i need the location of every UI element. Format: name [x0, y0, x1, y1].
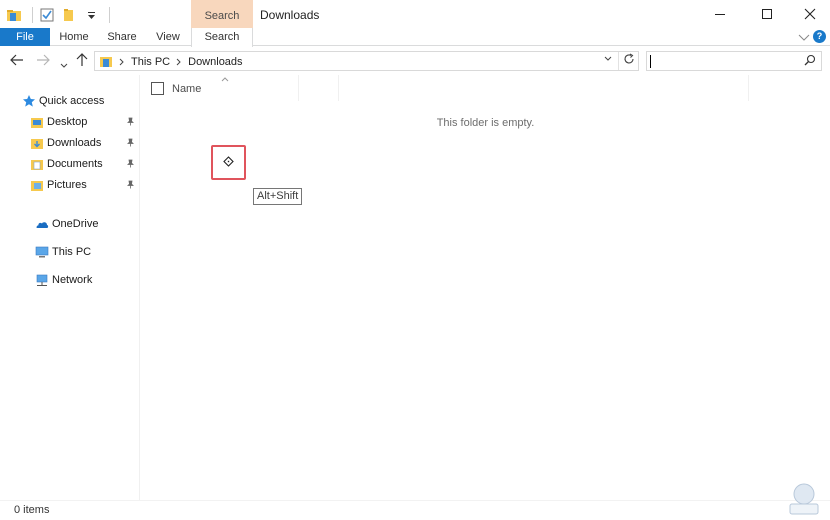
chevron-right-icon [176, 58, 181, 66]
nav-documents-label: Documents [47, 158, 103, 170]
close-icon [804, 8, 816, 20]
nav-network[interactable]: Network [35, 270, 92, 290]
ribbon-tabs: File Home Share View Search [0, 28, 830, 47]
tab-file[interactable]: File [0, 28, 50, 46]
chevron-right-icon [119, 58, 124, 66]
minimize-button[interactable] [697, 0, 743, 28]
nav-downloads[interactable]: Downloads [30, 133, 101, 153]
file-explorer-window: Search Tools Downloads File Home Share V… [0, 0, 830, 520]
pin-icon[interactable] [126, 180, 135, 191]
address-bar[interactable]: This PC Downloads [94, 51, 639, 71]
properties-checkbox-icon[interactable] [39, 7, 55, 23]
pin-icon[interactable] [126, 117, 135, 128]
minimize-icon [715, 14, 725, 15]
pin-icon[interactable] [126, 159, 135, 170]
toolbar-divider [109, 7, 110, 23]
search-icon[interactable] [804, 54, 816, 69]
status-bar: 0 items [0, 500, 830, 520]
tab-home[interactable]: Home [54, 28, 94, 46]
pictures-folder-icon [30, 178, 44, 192]
file-list-pane[interactable]: Name This folder is empty. Alt+Shift [141, 75, 830, 500]
nav-pictures-label: Pictures [47, 179, 87, 191]
refresh-button[interactable] [618, 52, 638, 70]
nav-downloads-label: Downloads [47, 137, 102, 149]
refresh-icon [623, 53, 634, 64]
sort-ascending-icon [221, 74, 229, 84]
nav-quick-access-label: Quick access [39, 95, 105, 107]
item-count: 0 items [14, 504, 50, 516]
back-arrow-icon [10, 54, 23, 66]
move-cursor-icon [223, 155, 234, 170]
chevron-down-icon [604, 56, 612, 61]
star-icon [22, 94, 36, 108]
nav-this-pc[interactable]: This PC [35, 242, 91, 262]
nav-documents[interactable]: Documents [30, 154, 103, 174]
help-button[interactable]: ? [813, 30, 826, 43]
forward-button[interactable] [36, 53, 50, 69]
shortcut-tooltip: Alt+Shift [253, 188, 303, 205]
window-title: Downloads [260, 8, 320, 22]
computer-icon [35, 245, 49, 259]
quick-access-toolbar [6, 6, 110, 24]
title-bar: Search Tools Downloads [0, 0, 830, 54]
downloads-folder-icon [30, 136, 44, 150]
nav-desktop-label: Desktop [47, 116, 88, 128]
toolbar-divider [32, 7, 33, 23]
expand-ribbon-chevron-icon[interactable] [798, 31, 810, 45]
nav-network-label: Network [52, 274, 93, 286]
maximize-icon [762, 9, 772, 19]
address-history-dropdown[interactable] [604, 54, 612, 65]
up-button[interactable] [76, 53, 88, 70]
chevron-down-icon [60, 63, 68, 68]
select-all-checkbox[interactable] [151, 82, 164, 95]
onedrive-cloud-icon [35, 217, 49, 231]
breadcrumb-downloads[interactable]: Downloads [188, 56, 242, 68]
network-icon [35, 273, 49, 287]
close-button[interactable] [787, 0, 830, 28]
column-divider[interactable] [748, 75, 749, 101]
customize-dropdown-icon[interactable] [83, 7, 99, 23]
address-row: This PC Downloads [0, 47, 830, 75]
tab-view[interactable]: View [149, 28, 187, 46]
navigation-pane: Quick access Desktop Downloads Documents [0, 75, 140, 500]
downloads-location-icon [99, 54, 113, 71]
column-divider[interactable] [338, 75, 339, 101]
column-divider[interactable] [298, 75, 299, 101]
recent-locations-button[interactable] [60, 56, 68, 72]
site-logo-icon [784, 480, 824, 516]
search-tools-context-label: Search Tools [191, 0, 253, 54]
empty-folder-message: This folder is empty. [436, 117, 535, 129]
maximize-button[interactable] [744, 0, 790, 28]
desktop-folder-icon [30, 115, 44, 129]
cursor-highlight-box [211, 145, 246, 180]
nav-pictures[interactable]: Pictures [30, 175, 87, 195]
search-input[interactable] [646, 51, 822, 71]
column-header-name[interactable]: Name [172, 83, 201, 95]
nav-this-pc-label: This PC [52, 246, 92, 258]
back-button[interactable] [10, 53, 24, 69]
new-folder-icon[interactable] [61, 7, 77, 23]
breadcrumb-this-pc[interactable]: This PC [131, 56, 170, 68]
nav-quick-access[interactable]: Quick access [22, 91, 104, 111]
documents-folder-icon [30, 157, 44, 171]
tab-search[interactable]: Search [191, 28, 253, 47]
breadcrumb: This PC Downloads [99, 54, 243, 70]
pin-icon[interactable] [126, 138, 135, 149]
nav-onedrive[interactable]: OneDrive [35, 214, 98, 234]
tab-share[interactable]: Share [101, 28, 143, 46]
folder-icon [6, 7, 22, 23]
nav-desktop[interactable]: Desktop [30, 112, 87, 132]
nav-onedrive-label: OneDrive [52, 218, 99, 230]
up-arrow-icon [76, 53, 88, 66]
column-header-row: Name [141, 75, 830, 103]
text-caret [650, 55, 651, 68]
forward-arrow-icon [37, 54, 50, 66]
